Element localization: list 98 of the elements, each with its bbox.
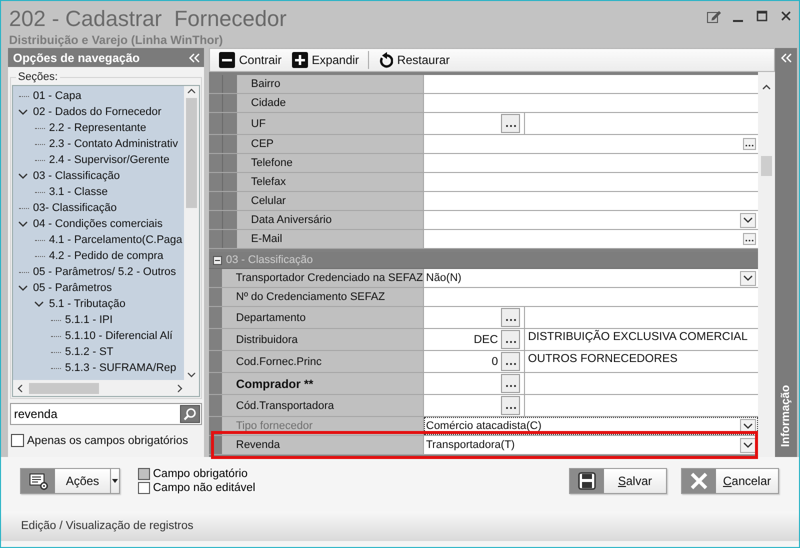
field-label: Cidade [237,94,424,112]
scrollbar-thumb[interactable] [761,156,772,176]
browse-button[interactable] [501,308,520,327]
tree-item[interactable]: 03 - Classificação [32,169,121,183]
tree-item[interactable]: 5.1.1 - IPI [64,313,114,327]
field-label: Nº do Credenciamento SEFAZ [222,288,424,306]
tree-item[interactable]: 01 - Capa [32,89,82,103]
vertical-scrollbar[interactable] [184,86,199,380]
field-label: Transportador Credenciado na SEFAZ [222,269,424,287]
pencil-square-icon [706,8,722,24]
field-label: Telefone [237,154,424,172]
browse-button[interactable] [743,233,756,245]
chevron-right-icon [175,382,185,394]
field-label: Bairro [237,75,424,93]
panel-title: Opções de navegação [13,50,140,64]
field-label: Cod.Fornec.Princ [222,351,424,372]
legend-swatch [138,482,150,494]
caret-down-icon [112,479,118,483]
double-chevron-left-icon [780,52,792,64]
browse-button[interactable] [743,138,756,150]
tree-item[interactable]: 03- Classificação [32,201,118,215]
tree-item[interactable]: 4.1 - Parcelamento(C.Paga [48,233,184,247]
tree-item[interactable]: 5.1.10 - Diferencial Alí [64,329,174,343]
tree-item[interactable]: 02 - Dados do Fornecedor [32,105,162,119]
chevron-left-icon [15,382,25,394]
field-label: Departamento [222,307,424,328]
field-label: Celular [237,192,424,210]
tree-item[interactable]: 2.4 - Supervisor/Gerente [48,153,170,167]
minus-box-icon [213,256,222,264]
input-field[interactable]: DEC [424,329,501,350]
side-tab[interactable]: Informação [775,48,797,457]
close-icon [780,10,792,22]
search-icon [183,407,197,421]
actions-button[interactable]: Ações [20,468,120,494]
field-label: Telefax [237,173,424,191]
browse-button[interactable] [501,352,520,371]
tree-item[interactable]: 05 - Parâmetros/ 5.2 - Outros [32,265,178,279]
collapse-button[interactable]: Contrair [214,50,287,70]
field-label: Data Aniversário [237,211,424,229]
field-label: E-Mail [237,230,424,248]
circular-arrow-icon [378,52,394,68]
checkbox-label[interactable]: Apenas os campos obrigatórios [27,434,188,446]
tree-item[interactable]: 05 - Parâmetros [32,281,113,295]
save-button[interactable]: Salvar [569,468,667,494]
checkbox[interactable] [11,434,24,447]
field-label: Comprador ** [222,373,424,394]
dropdown-field[interactable]: Transportadora(T) [424,436,758,454]
chevron-down-icon [186,370,197,380]
plus-box-icon [292,52,308,68]
field-label: CEP [237,135,424,153]
dropdown-button[interactable] [740,270,756,286]
field-label: Cód.Transportadora [222,395,424,416]
browse-button[interactable] [501,396,520,415]
scrollbar-thumb[interactable] [29,382,99,394]
browse-button[interactable] [501,114,520,133]
cancel-button[interactable]: Cancelar [681,468,779,494]
search-field[interactable]: revenda [10,403,202,425]
double-chevron-left-icon [188,52,200,64]
tree-item[interactable]: 2.3 - Contato Administrativ [48,137,180,151]
maximize-icon [756,10,768,22]
input-field[interactable]: 0 [424,351,501,372]
minus-box-icon [219,52,235,68]
tree-item[interactable]: 2.2 - Representante [48,121,148,135]
tree-item[interactable]: 5.1.3 - SUFRAMA/Rep [64,361,178,375]
x-icon [690,472,708,490]
list-gear-icon [28,472,48,490]
dropdown-button[interactable] [740,212,756,228]
group-label: Seções: [17,71,59,83]
tree-item[interactable]: 3.1 - Classe [48,185,109,199]
legend-label: Campo não editável [153,482,256,494]
field-label: UF [237,113,424,134]
tree-item[interactable]: 5.1 - Tributação [48,297,126,311]
tree-item[interactable]: 5.1.2 - ST [64,345,114,359]
chevron-up-icon [761,82,772,92]
field-label: Distribuidora [222,329,424,350]
minimize-icon [733,20,743,22]
legend-label: Campo obrigatório [153,468,248,480]
browse-button[interactable] [501,374,520,393]
horizontal-scrollbar[interactable] [13,380,199,396]
tree-item[interactable]: 04 - Condições comerciais [32,217,164,231]
tree-item[interactable]: 4.2 - Pedido de compra [48,249,164,263]
window-subtitle: Distribuição e Varejo (Linha WinThor) [9,33,224,47]
expand-button[interactable]: Expandir [286,50,364,70]
browse-button[interactable] [501,330,520,349]
section-title: 03 - Classificação [226,254,313,266]
vertical-scrollbar[interactable] [758,72,775,457]
status-text: Edição / Visualização de registros [21,520,194,532]
search-button[interactable] [180,405,200,423]
restore-button[interactable]: Restaurar [373,50,455,70]
legend-swatch [138,468,150,480]
window-title: 202 - Cadastrar Fornecedor [9,6,288,32]
scrollbar-thumb[interactable] [186,98,197,208]
dropdown-field[interactable]: Não(N) [424,269,758,287]
dropdown-button[interactable] [740,438,756,452]
field-label: Revenda [222,436,424,454]
tree-view[interactable] [12,85,200,397]
chevron-up-icon [186,86,197,96]
side-tab-label[interactable]: Informação [780,385,792,447]
